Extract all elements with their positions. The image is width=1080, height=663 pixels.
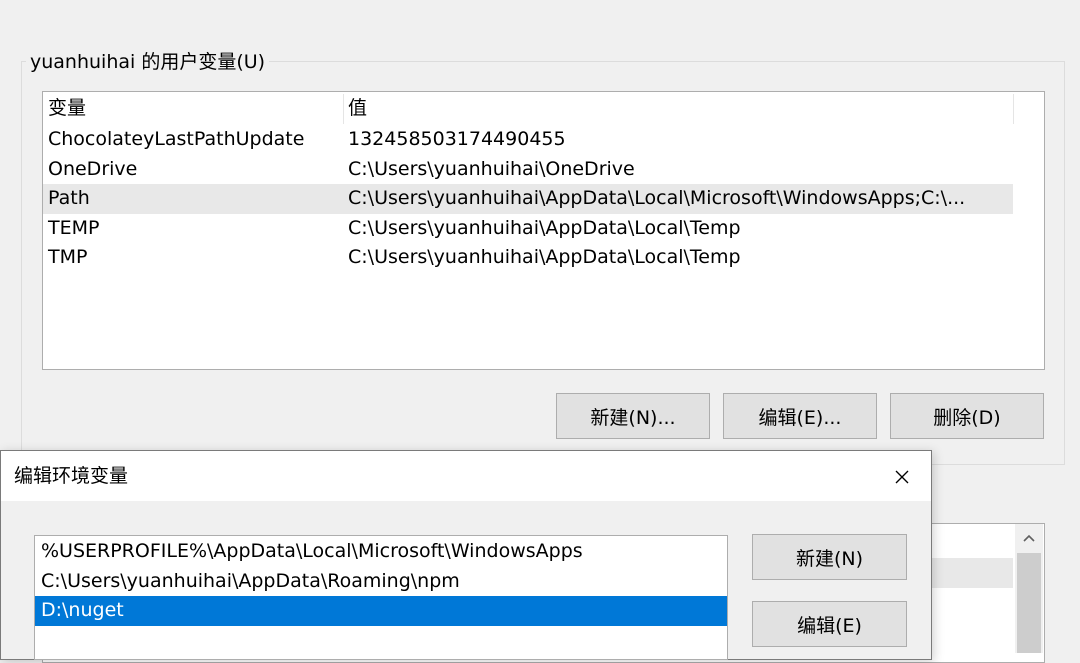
edit-environment-variable-dialog: 编辑环境变量 %USERPROFILE%\AppData\Local\Micro… [0, 450, 932, 660]
list-header: 变量 值 [43, 94, 1013, 124]
new-path-button[interactable]: 新建(N) [752, 534, 907, 580]
column-separator[interactable] [1013, 94, 1014, 124]
edit-path-button[interactable]: 编辑(E) [752, 601, 907, 647]
path-entries-list[interactable]: %USERPROFILE%\AppData\Local\Microsoft\Wi… [34, 535, 728, 660]
list-row-chocolatey[interactable]: ChocolateyLastPathUpdate 132458503174490… [43, 125, 1013, 155]
dialog-titlebar[interactable]: 编辑环境变量 [1, 451, 931, 501]
variable-name: Path [48, 187, 90, 209]
scroll-up-arrow-icon[interactable] [1015, 524, 1043, 552]
list-row-onedrive[interactable]: OneDrive C:\Users\yuanhuihai\OneDrive [43, 155, 1013, 185]
variable-value: C:\Users\yuanhuihai\AppData\Local\Temp [348, 246, 741, 268]
column-separator[interactable] [343, 94, 344, 124]
variable-name: ChocolateyLastPathUpdate [48, 128, 305, 150]
scrollbar-thumb[interactable] [1017, 553, 1041, 653]
user-variables-group-label: yuanhuihai 的用户变量(U) [26, 50, 270, 74]
variable-value: C:\Users\yuanhuihai\AppData\Local\Micros… [348, 187, 966, 209]
path-entry[interactable]: C:\Users\yuanhuihai\AppData\Roaming\npm [35, 567, 727, 597]
new-user-variable-button[interactable]: 新建(N)... [556, 393, 710, 439]
close-icon[interactable] [877, 456, 927, 498]
list-row-tmp[interactable]: TMP C:\Users\yuanhuihai\AppData\Local\Te… [43, 243, 1013, 273]
variable-value: C:\Users\yuanhuihai\OneDrive [348, 157, 635, 180]
variable-name: TEMP [48, 216, 100, 239]
column-header-name[interactable]: 变量 [48, 94, 86, 124]
variable-value: C:\Users\yuanhuihai\AppData\Local\Temp [348, 216, 741, 239]
variable-name: OneDrive [48, 157, 138, 180]
path-entry[interactable]: %USERPROFILE%\AppData\Local\Microsoft\Wi… [35, 537, 727, 567]
variable-value: 132458503174490455 [348, 128, 566, 150]
path-entry-selected[interactable]: D:\nuget [35, 596, 727, 626]
user-variables-list[interactable]: 变量 值 ChocolateyLastPathUpdate 1324585031… [42, 91, 1045, 370]
dialog-title: 编辑环境变量 [14, 465, 129, 487]
list-row-temp[interactable]: TEMP C:\Users\yuanhuihai\AppData\Local\T… [43, 214, 1013, 244]
column-header-value[interactable]: 值 [348, 94, 367, 124]
variable-name: TMP [48, 246, 88, 268]
delete-user-variable-button[interactable]: 删除(D) [890, 393, 1044, 439]
edit-user-variable-button[interactable]: 编辑(E)... [723, 393, 877, 439]
list-row-path[interactable]: Path C:\Users\yuanhuihai\AppData\Local\M… [43, 184, 1013, 214]
